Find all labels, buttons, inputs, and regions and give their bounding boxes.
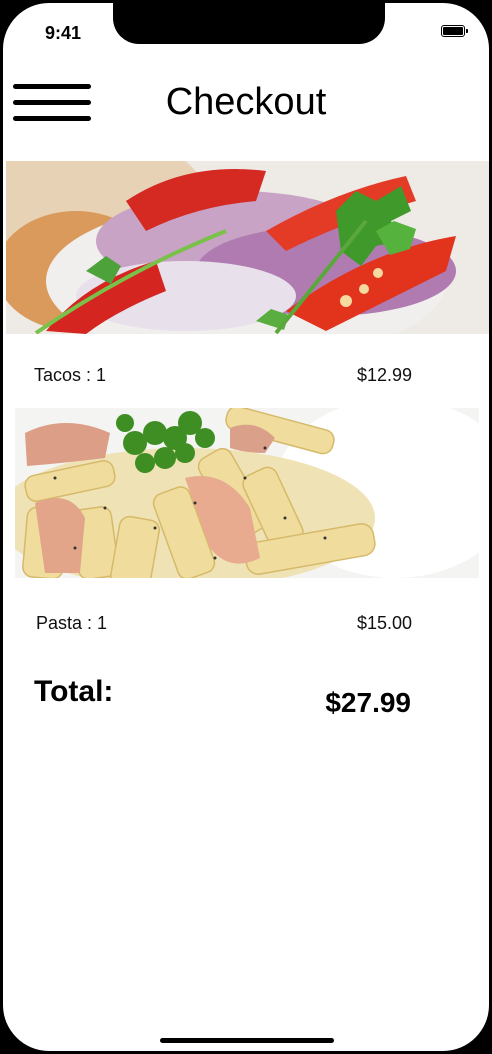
phone-frame: 9:41 Checkout Tacos: 1 $12.99 Pasta: 1… xyxy=(0,0,492,1054)
screen: 9:41 Checkout Tacos: 1 $12.99 Pasta: 1… xyxy=(3,3,489,1051)
status-time: 9:41 xyxy=(45,23,82,43)
hamburger-menu-button[interactable] xyxy=(13,84,93,126)
item-price: $15.00 xyxy=(356,613,412,633)
item-name: Tacos : 1 xyxy=(34,365,107,385)
item-name: Pasta : 1 xyxy=(36,613,108,633)
item-price: $12.99 xyxy=(356,365,412,385)
pasta-image xyxy=(15,408,479,578)
total-value: $27.99 xyxy=(325,687,411,718)
hamburger-line xyxy=(13,100,91,105)
page-title: Checkout xyxy=(165,81,327,123)
battery-icon xyxy=(441,25,468,37)
hamburger-line xyxy=(13,116,91,121)
device-notch xyxy=(113,3,385,44)
hamburger-line xyxy=(13,84,91,89)
total-label: Total: xyxy=(34,675,114,708)
home-indicator[interactable] xyxy=(160,1038,334,1043)
tacos-image xyxy=(6,161,489,334)
